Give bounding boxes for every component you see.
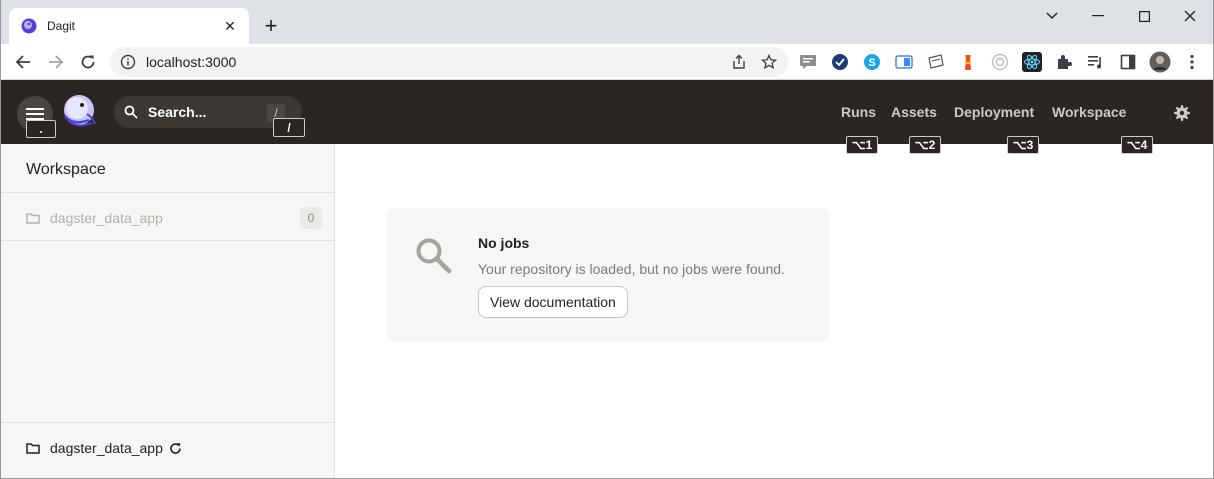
url-text: localhost:3000: [146, 54, 237, 70]
empty-state-card: No jobs Your repository is loaded, but n…: [386, 208, 830, 342]
extension-note-icon[interactable]: [925, 51, 947, 73]
sidebar-repo-name: dagster_data_app: [50, 210, 163, 226]
tab-close-icon[interactable]: ✕: [221, 17, 239, 35]
close-window-icon[interactable]: [1167, 0, 1213, 32]
empty-state-title: No jobs: [478, 235, 530, 251]
extensions-puzzle-icon[interactable]: [1053, 51, 1075, 73]
divider: [1, 240, 334, 241]
media-queue-icon[interactable]: [1085, 51, 1107, 73]
folder-icon: [26, 443, 40, 454]
address-bar[interactable]: localhost:3000: [110, 47, 788, 77]
browser-tab[interactable]: Dagit ✕: [9, 8, 249, 44]
footer-repo-name: dagster_data_app: [50, 440, 163, 456]
back-icon[interactable]: [9, 48, 37, 76]
browser-toolbar: localhost:3000 S: [1, 44, 1213, 80]
maximize-icon[interactable]: [1121, 0, 1167, 32]
site-info-icon[interactable]: [120, 54, 136, 70]
extension-skype-icon[interactable]: S: [861, 51, 883, 73]
extension-chat-icon[interactable]: [797, 51, 819, 73]
view-documentation-button[interactable]: View documentation: [478, 286, 628, 318]
settings-gear-icon[interactable]: [1173, 104, 1191, 122]
minimize-icon[interactable]: [1075, 0, 1121, 32]
nav-workspace[interactable]: Workspace: [1052, 104, 1126, 120]
nav-assets[interactable]: Assets: [891, 104, 937, 120]
svg-text:S: S: [868, 57, 875, 69]
reload-repository-icon[interactable]: [169, 442, 182, 455]
dagster-favicon-icon: [21, 18, 37, 34]
empty-state-description: Your repository is loaded, but no jobs w…: [478, 261, 785, 277]
menu-shortcut-badge: .: [26, 120, 56, 138]
extension-target-icon[interactable]: [989, 51, 1011, 73]
sidebar-footer-repo[interactable]: dagster_data_app: [26, 440, 182, 456]
reload-icon[interactable]: [74, 48, 102, 76]
share-icon[interactable]: [728, 51, 750, 73]
search-shortcut-badge: /: [273, 118, 305, 137]
search-icon: [124, 105, 138, 119]
runs-shortcut-badge: ⌥1: [846, 136, 878, 154]
extension-translate-icon[interactable]: [893, 51, 915, 73]
workspace-shortcut-badge: ⌥4: [1121, 136, 1153, 154]
assets-shortcut-badge: ⌥2: [909, 136, 941, 154]
search-label: Search...: [148, 104, 207, 120]
dagster-logo-icon[interactable]: [59, 92, 99, 132]
tab-title: Dagit: [47, 19, 76, 33]
sidebar-title: Workspace: [26, 161, 106, 178]
divider: [1, 422, 334, 423]
profile-avatar[interactable]: [1149, 51, 1171, 73]
workspace-sidebar: Workspace dagster_data_app 0 dagster_dat…: [1, 144, 335, 478]
extension-react-icon[interactable]: [1021, 51, 1043, 73]
nav-runs[interactable]: Runs: [841, 104, 876, 120]
app-header: . Search... / / Runs Assets Deployment W…: [1, 80, 1213, 154]
sidebar-repo-item[interactable]: dagster_data_app 0: [26, 206, 322, 230]
bookmark-star-icon[interactable]: [758, 51, 780, 73]
repo-job-count-badge: 0: [300, 207, 322, 229]
deployment-shortcut-badge: ⌥3: [1007, 136, 1039, 154]
search-magnifier-icon: [416, 238, 452, 274]
nav-deployment[interactable]: Deployment: [954, 104, 1034, 120]
menu-icon: [26, 108, 44, 120]
tab-search-chevron-icon[interactable]: [1029, 0, 1075, 32]
forward-icon[interactable]: [42, 48, 70, 76]
tab-strip: Dagit ✕ +: [1, 0, 1213, 44]
browser-menu-icon[interactable]: [1181, 51, 1203, 73]
browser-window: Dagit ✕ + localhost:3000 S . Search... /…: [0, 0, 1214, 479]
extension-lighthouse-icon[interactable]: [957, 51, 979, 73]
folder-icon: [26, 213, 40, 224]
extension-check-icon[interactable]: [829, 51, 851, 73]
new-tab-icon[interactable]: +: [259, 13, 283, 38]
divider: [1, 192, 334, 193]
side-panel-icon[interactable]: [1117, 51, 1139, 73]
